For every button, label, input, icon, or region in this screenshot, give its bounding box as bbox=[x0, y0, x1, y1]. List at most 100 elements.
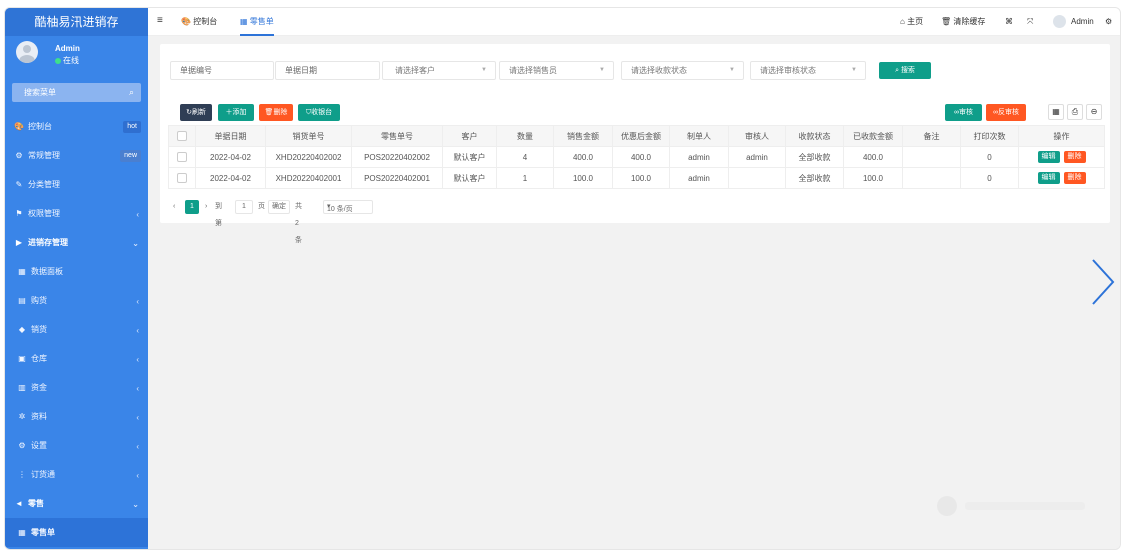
cell: 默认客户 bbox=[442, 167, 497, 189]
sidebar-item-permission[interactable]: ⚑ 权限管理 ‹ bbox=[5, 199, 148, 228]
prev-page-icon[interactable]: ‹ bbox=[173, 198, 175, 215]
search-menu-button[interactable]: 搜索菜单 ⌕ bbox=[12, 83, 141, 102]
table-row[interactable]: 2022-04-02 XHD20220402001 POS20220402001… bbox=[168, 167, 1105, 189]
cell: POS20220402001 bbox=[351, 167, 443, 189]
chart-icon: ▦ bbox=[18, 528, 26, 537]
cell: 100.0 bbox=[612, 167, 670, 189]
col-date[interactable]: 单据日期 bbox=[195, 125, 266, 147]
trash-icon: 🗑 bbox=[941, 17, 952, 26]
clear-cache-link[interactable]: 🗑 清除缓存 bbox=[941, 8, 985, 36]
sidebar-item-dashboard[interactable]: ▦ 数据面板 bbox=[5, 257, 148, 286]
app-window: 酷柚易汛进销存 Admin 在线 搜索菜单 ⌕ 🎨 控制台 hot ⚙ 常规管理 new… bbox=[4, 7, 1121, 550]
cell: XHD20220402002 bbox=[265, 146, 352, 168]
export-icon[interactable]: ⊖ bbox=[1086, 104, 1102, 120]
sidebar-item-funds[interactable]: ▥ 资金 ‹ bbox=[5, 373, 148, 402]
page-current[interactable]: 1 bbox=[185, 200, 199, 214]
cell bbox=[902, 146, 961, 168]
col-amount[interactable]: 销售金额 bbox=[553, 125, 613, 147]
cell: 0 bbox=[960, 167, 1019, 189]
gear-icon[interactable]: ⚙ bbox=[1105, 8, 1112, 36]
col-sales-no[interactable]: 销货单号 bbox=[265, 125, 352, 147]
sidebar-item-ordering[interactable]: ⋮ 订货通 ‹ bbox=[5, 460, 148, 489]
caret-down-icon: ▼ bbox=[729, 67, 735, 73]
cell: 全部收款 bbox=[785, 146, 844, 168]
avatar[interactable] bbox=[1053, 15, 1066, 28]
cell: 400.0 bbox=[612, 146, 670, 168]
search-icon: ⌕ bbox=[128, 87, 134, 97]
cell: 默认客户 bbox=[442, 146, 497, 168]
cart-icon: ▤ bbox=[18, 296, 26, 305]
chevron-left-icon: ‹ bbox=[136, 442, 139, 451]
col-creator[interactable]: 制单人 bbox=[669, 125, 729, 147]
col-discount-amount[interactable]: 优惠后金额 bbox=[612, 125, 670, 147]
header-user-name[interactable]: Admin bbox=[1071, 8, 1094, 36]
home-link[interactable]: ⌂ 主页 bbox=[900, 8, 923, 36]
col-qty[interactable]: 数量 bbox=[496, 125, 554, 147]
select-all-checkbox[interactable] bbox=[168, 125, 196, 147]
tab-console[interactable]: 🎨 控制台 bbox=[181, 8, 217, 36]
sidebar-item-purchase[interactable]: ▤ 购货 ‹ bbox=[5, 286, 148, 315]
next-page-icon[interactable]: › bbox=[205, 198, 207, 215]
delete-button[interactable]: 🗑删除 bbox=[259, 104, 293, 121]
col-print-count[interactable]: 打印次数 bbox=[960, 125, 1019, 147]
gear-icon: ⚙ bbox=[18, 441, 26, 450]
fullscreen-icon[interactable]: ⤧ bbox=[1027, 8, 1033, 36]
print-icon[interactable]: ⎙ bbox=[1067, 104, 1083, 120]
page-input[interactable]: 1 bbox=[235, 200, 253, 214]
salesperson-select[interactable]: 请选择销售员 ▼ bbox=[499, 61, 614, 80]
chevron-right-icon[interactable] bbox=[1087, 258, 1117, 306]
chevron-left-icon: ‹ bbox=[136, 413, 139, 422]
sidebar-item-inventory[interactable]: ▶ 进销存管理 ⌄ bbox=[5, 228, 148, 257]
edit-button[interactable]: 编辑 bbox=[1037, 151, 1060, 163]
col-collect-status[interactable]: 收款状态 bbox=[785, 125, 844, 147]
sidebar-item-sales[interactable]: ◆ 销货 ‹ bbox=[5, 315, 148, 344]
col-auditor[interactable]: 审核人 bbox=[728, 125, 786, 147]
sidebar-item-retail[interactable]: ◄ 零售 ⌄ bbox=[5, 489, 148, 518]
sidebar-item-category[interactable]: ✎ 分类管理 bbox=[5, 170, 148, 199]
row-checkbox[interactable] bbox=[168, 167, 196, 189]
caret-down-icon: ▼ bbox=[481, 67, 487, 73]
sidebar-item-warehouse[interactable]: ▣ 仓库 ‹ bbox=[5, 344, 148, 373]
menu-toggle-icon[interactable]: ≡ bbox=[157, 15, 163, 26]
delete-row-button[interactable]: 删除 bbox=[1063, 172, 1086, 184]
col-remark[interactable]: 备注 bbox=[902, 125, 961, 147]
cell: admin bbox=[669, 146, 729, 168]
unaudit-button[interactable]: ∞反审核 bbox=[986, 104, 1026, 121]
columns-icon[interactable]: ▦ bbox=[1048, 104, 1064, 120]
delete-row-button[interactable]: 删除 bbox=[1063, 151, 1086, 163]
audit-status-select[interactable]: 请选择审核状态 ▼ bbox=[750, 61, 866, 80]
col-actions: 操作 bbox=[1018, 125, 1105, 147]
table-row[interactable]: 2022-04-02 XHD20220402002 POS20220402002… bbox=[168, 146, 1105, 168]
sidebar-item-settings[interactable]: ⚙ 设置 ‹ bbox=[5, 431, 148, 460]
confirm-button[interactable]: 确定 bbox=[268, 200, 290, 214]
refresh-button[interactable]: ↻刷新 bbox=[180, 104, 212, 121]
per-page-select[interactable]: 10 条/页 ▾ bbox=[323, 200, 373, 214]
add-button[interactable]: ＋添加 bbox=[218, 104, 254, 121]
col-customer[interactable]: 客户 bbox=[442, 125, 497, 147]
user-status: 在线 bbox=[55, 55, 79, 66]
retail-order-card: 单据编号 单据日期 请选择客户 ▼ 请选择销售员 ▼ 请选择收款状态 ▼ 请选择审核状… bbox=[160, 44, 1110, 244]
order-no-input[interactable]: 单据编号 bbox=[170, 61, 274, 80]
row-checkbox[interactable] bbox=[168, 146, 196, 168]
avatar bbox=[16, 41, 38, 63]
collect-status-select[interactable]: 请选择收款状态 ▼ bbox=[621, 61, 744, 80]
tag-icon: ◆ bbox=[18, 325, 26, 334]
sidebar-item-console[interactable]: 🎨 控制台 hot bbox=[5, 112, 148, 141]
col-collected[interactable]: 已收款金额 bbox=[843, 125, 903, 147]
watermark-logo bbox=[937, 496, 1085, 516]
lock-icon[interactable]: ⌘ bbox=[1005, 8, 1013, 36]
search-button[interactable]: ⌕ 搜索 bbox=[879, 62, 931, 79]
sidebar-item-data[interactable]: ✲ 资料 ‹ bbox=[5, 402, 148, 431]
edit-button[interactable]: 编辑 bbox=[1037, 172, 1060, 184]
order-date-input[interactable]: 单据日期 bbox=[275, 61, 380, 80]
sidebar-menu: 🎨 控制台 hot ⚙ 常规管理 new ✎ 分类管理 ⚑ 权限管理 ‹ ▶ 进销存管理 ⌄ ▦ 数… bbox=[5, 112, 148, 547]
sidebar-item-general[interactable]: ⚙ 常规管理 new bbox=[5, 141, 148, 170]
customer-select[interactable]: 请选择客户 ▼ bbox=[382, 61, 496, 80]
chevron-down-icon: ⌄ bbox=[132, 239, 139, 248]
tab-retail-order[interactable]: ▦ 零售单 bbox=[240, 8, 274, 36]
home-icon: ⌂ bbox=[900, 17, 905, 26]
col-retail-no[interactable]: 零售单号 bbox=[351, 125, 443, 147]
cashier-button[interactable]: ⛉收银台 bbox=[298, 104, 340, 121]
audit-button[interactable]: ∞审核 bbox=[945, 104, 982, 121]
sidebar-item-retail-order[interactable]: ▦ 零售单 bbox=[5, 518, 148, 547]
